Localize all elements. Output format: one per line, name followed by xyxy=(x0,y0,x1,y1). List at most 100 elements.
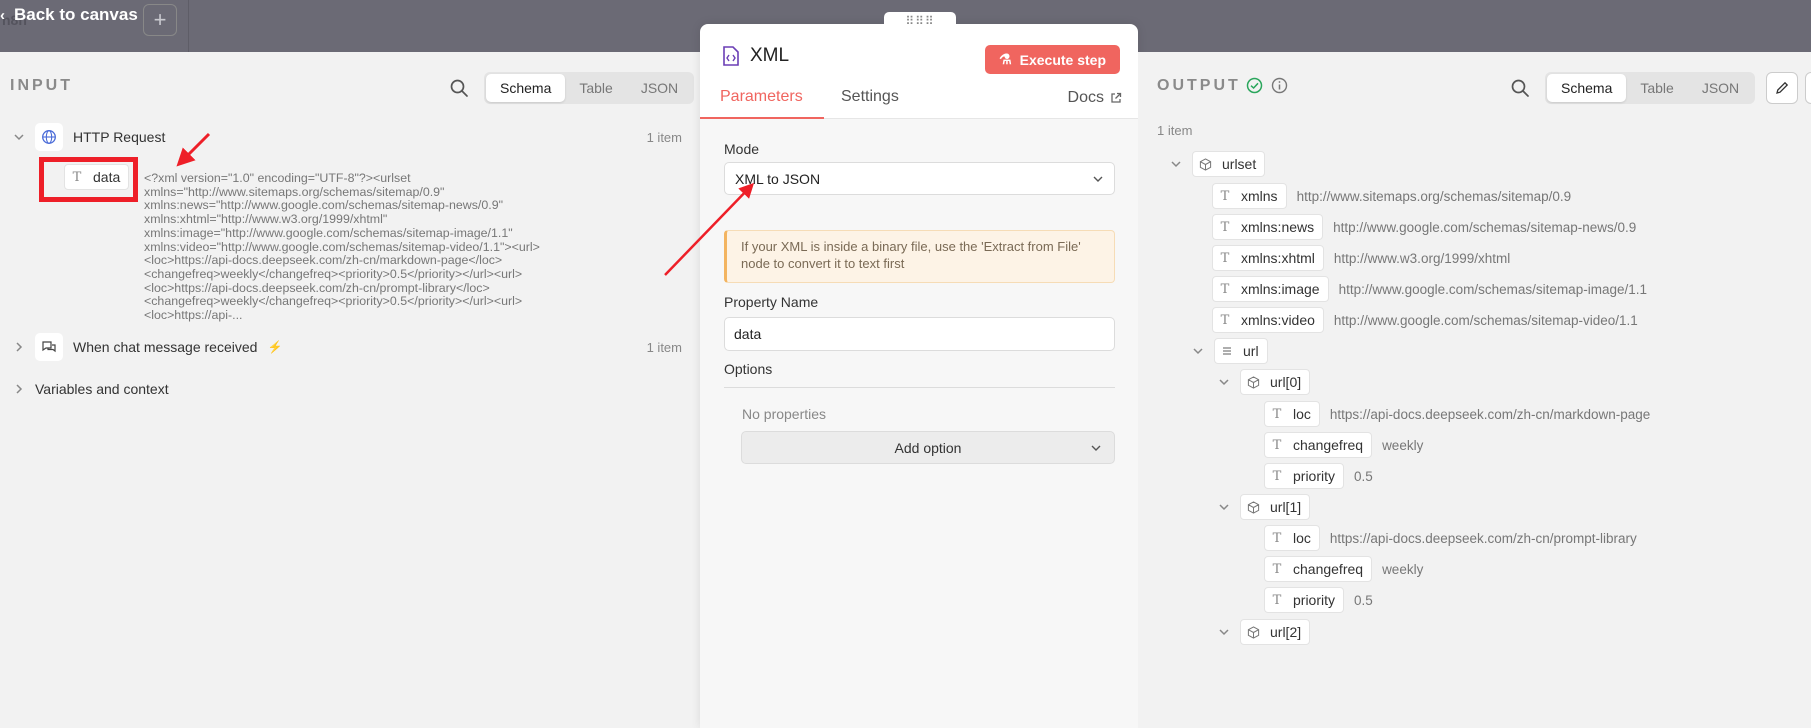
field-value: https://api-docs.deepseek.com/zh-cn/prom… xyxy=(1329,530,1637,546)
tree-row-url-item[interactable]: url[1] xyxy=(1218,494,1311,520)
field-name: xmlns:xhtml xyxy=(1241,250,1315,266)
execute-step-label: Execute step xyxy=(1019,51,1106,68)
tree-row-field[interactable]: Tchangefreq weekly xyxy=(1264,556,1423,582)
tree-row-attribute[interactable]: Txmlns:video http://www.google.com/schem… xyxy=(1212,307,1638,333)
check-circle-icon xyxy=(1246,77,1263,94)
add-option-button[interactable]: Add option xyxy=(741,431,1115,464)
field-name: urlset xyxy=(1222,156,1257,172)
cube-icon xyxy=(1247,500,1260,514)
xml-file-icon xyxy=(723,46,739,66)
chevron-down-icon[interactable] xyxy=(1218,376,1230,388)
field-name: xmlns:image xyxy=(1241,281,1320,297)
xml-value: <?xml version="1.0" encoding="UTF-8"?><u… xyxy=(144,171,624,323)
options-divider xyxy=(724,387,1115,388)
object-chip[interactable]: url[1] xyxy=(1240,494,1311,520)
tab-parameters[interactable]: Parameters xyxy=(720,88,803,106)
node-name: Variables and context xyxy=(35,381,169,397)
chevron-down-icon[interactable] xyxy=(1170,158,1182,170)
field-value: http://www.w3.org/1999/xhtml xyxy=(1333,250,1511,266)
field-value: http://www.google.com/schemas/sitemap-vi… xyxy=(1333,312,1638,328)
tab-settings[interactable]: Settings xyxy=(841,88,899,106)
tree-row-field[interactable]: Tpriority 0.5 xyxy=(1264,463,1373,489)
tree-row-field[interactable]: Tpriority 0.5 xyxy=(1264,587,1373,613)
tab-json[interactable]: JSON xyxy=(627,74,692,102)
tab-json[interactable]: JSON xyxy=(1688,74,1753,102)
field-value: http://www.sitemaps.org/schemas/sitemap/… xyxy=(1296,188,1572,204)
field-chip[interactable]: Txmlns:xhtml xyxy=(1212,245,1324,271)
object-chip[interactable]: urlset xyxy=(1192,151,1266,177)
tab-table[interactable]: Table xyxy=(1626,74,1687,102)
field-value: weekly xyxy=(1382,561,1424,577)
chevron-down-icon[interactable] xyxy=(1218,626,1230,638)
field-chip[interactable]: Tchangefreq xyxy=(1264,556,1373,582)
chevron-right-icon[interactable] xyxy=(13,341,25,353)
chevron-down-icon[interactable] xyxy=(1192,345,1204,357)
field-chip[interactable]: Tpriority xyxy=(1264,463,1345,489)
field-chip[interactable]: Tloc xyxy=(1264,525,1320,551)
no-properties-text: No properties xyxy=(742,406,827,422)
field-name: url[0] xyxy=(1270,374,1302,390)
execute-step-button[interactable]: ⚗ Execute step xyxy=(985,45,1120,74)
tree-row-attribute[interactable]: Txmlns:xhtml http://www.w3.org/1999/xhtm… xyxy=(1212,245,1510,271)
node-chat-trigger[interactable]: When chat message received ⚡ xyxy=(13,333,282,361)
search-icon[interactable] xyxy=(449,78,469,98)
field-chip[interactable]: Txmlns:image xyxy=(1212,276,1329,302)
text-type-icon: T xyxy=(1220,188,1230,204)
tree-row-field[interactable]: Tloc https://api-docs.deepseek.com/zh-cn… xyxy=(1264,525,1637,551)
property-name-input[interactable] xyxy=(724,317,1115,351)
overflow-button[interactable] xyxy=(1805,72,1811,104)
tree-row-url-item[interactable]: url[0] xyxy=(1218,369,1311,395)
info-icon[interactable] xyxy=(1271,77,1288,94)
array-chip[interactable]: url xyxy=(1214,338,1268,364)
field-value: 0.5 xyxy=(1354,592,1373,608)
field-name: url[2] xyxy=(1270,624,1302,640)
node-variables-context[interactable]: Variables and context xyxy=(13,376,169,402)
field-chip[interactable]: Tloc xyxy=(1264,401,1320,427)
chevron-down-icon[interactable] xyxy=(1218,501,1230,513)
tree-row-urlset[interactable]: urlset xyxy=(1170,151,1266,177)
field-chip[interactable]: Txmlns:video xyxy=(1212,307,1324,333)
text-type-icon: T xyxy=(1220,281,1230,297)
tree-row-attribute[interactable]: Txmlns:news http://www.google.com/schema… xyxy=(1212,214,1636,240)
tree-row-attribute[interactable]: Txmlns http://www.sitemaps.org/schemas/s… xyxy=(1212,183,1571,209)
text-type-icon: T xyxy=(1272,437,1282,453)
tree-row-attribute[interactable]: Txmlns:image http://www.google.com/schem… xyxy=(1212,276,1647,302)
xml-line: <changefreq>weekly</changefreq><priority… xyxy=(144,266,523,281)
field-chip[interactable]: Tpriority xyxy=(1264,587,1345,613)
object-chip[interactable]: url[0] xyxy=(1240,369,1311,395)
tab-schema[interactable]: Schema xyxy=(486,74,566,102)
text-type-icon: T xyxy=(1272,561,1282,577)
tree-row-url[interactable]: url xyxy=(1192,338,1268,364)
tab-schema[interactable]: Schema xyxy=(1547,74,1627,102)
field-value: 0.5 xyxy=(1354,468,1373,484)
node-http-request[interactable]: HTTP Request xyxy=(13,123,165,151)
field-name: priority xyxy=(1293,468,1336,484)
chevron-down-icon xyxy=(1093,176,1103,182)
back-to-canvas-link[interactable]: ‹ Back to canvas xyxy=(0,4,138,26)
field-value: http://www.google.com/schemas/sitemap-ne… xyxy=(1333,219,1637,235)
field-name: loc xyxy=(1293,530,1311,546)
field-chip[interactable]: Txmlns:news xyxy=(1212,214,1324,240)
divider xyxy=(188,0,189,52)
external-link-icon xyxy=(1111,92,1122,103)
tab-table[interactable]: Table xyxy=(565,74,626,102)
drag-handle[interactable]: ⠿⠿⠿ xyxy=(884,12,956,30)
object-chip[interactable]: url[2] xyxy=(1240,619,1311,645)
input-view-switch: Schema Table JSON xyxy=(484,72,695,104)
text-type-icon: T xyxy=(1272,530,1282,546)
chevron-right-icon[interactable] xyxy=(13,383,25,395)
search-icon[interactable] xyxy=(1510,78,1530,98)
tree-row-field[interactable]: Tloc https://api-docs.deepseek.com/zh-cn… xyxy=(1264,401,1650,427)
tree-row-field[interactable]: Tchangefreq weekly xyxy=(1264,432,1423,458)
field-chip[interactable]: Txmlns xyxy=(1212,183,1287,209)
node-settings-dialog: XML ⚗ Execute step Parameters Settings D… xyxy=(700,24,1138,728)
edit-output-button[interactable] xyxy=(1766,72,1798,104)
mode-select[interactable]: XML to JSON xyxy=(724,162,1115,195)
xml-line: <loc>https://api-docs.deepseek.com/zh-cn… xyxy=(144,280,490,295)
add-button[interactable]: + xyxy=(143,4,177,36)
field-chip[interactable]: Tchangefreq xyxy=(1264,432,1373,458)
tree-row-url-item[interactable]: url[2] xyxy=(1218,619,1311,645)
docs-link[interactable]: Docs xyxy=(1068,89,1122,107)
field-name: url[1] xyxy=(1270,499,1302,515)
chevron-down-icon[interactable] xyxy=(13,131,25,143)
